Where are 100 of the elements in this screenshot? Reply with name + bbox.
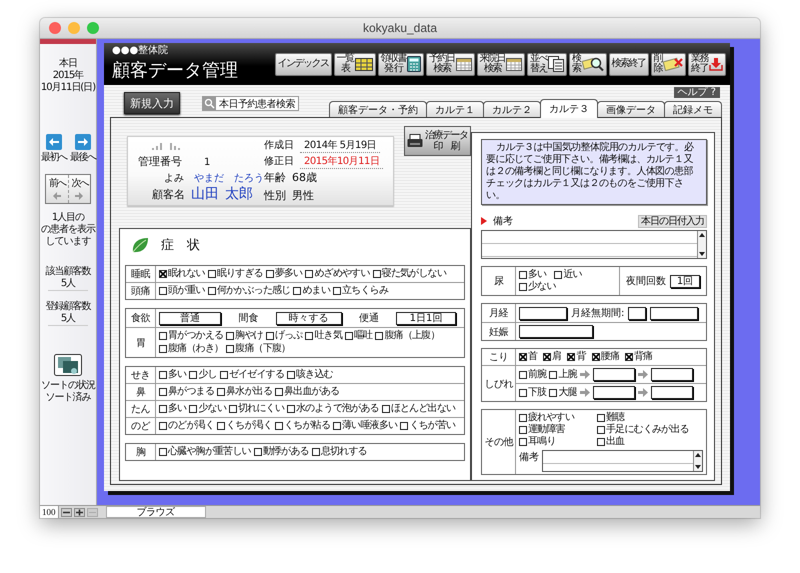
tab[interactable]: カルテ２ (483, 101, 541, 117)
checkbox-option[interactable]: 何かかぶった感じ (208, 285, 290, 297)
print-button[interactable]: 治療データ 印 刷 (404, 126, 471, 156)
checkbox-option[interactable]: げっぷ (266, 330, 302, 342)
checkbox-option[interactable]: 寝た気がしない (372, 268, 446, 280)
checkbox-option[interactable]: 咳き込む (287, 369, 333, 381)
checkbox-option[interactable]: 手足にむくみが出る (597, 424, 703, 436)
input-field[interactable] (592, 368, 635, 381)
help-button[interactable]: ヘルプ ? (674, 87, 720, 98)
checkbox-option[interactable]: めまい (293, 285, 330, 297)
value-field[interactable]: 1回 (670, 274, 700, 288)
checkbox-option[interactable]: 少ない (189, 403, 226, 415)
notice-text: カルテ３は中国気功整体院用のカルテです。必要に応じてご使用下さい。備考欄は、カルテ１又は２の備考欄と同じ欄になります。人体図の患部チェックはカルテ１又は２のものをご使用下さい。 (481, 139, 707, 205)
checkbox-option[interactable]: ほとんど出ない (382, 403, 456, 415)
checkbox-option[interactable]: 近い (554, 269, 582, 281)
checkbox-option[interactable]: 立ちくらみ (333, 285, 388, 297)
remarks-field[interactable] (542, 450, 703, 472)
checkbox-option[interactable]: 背 (567, 351, 586, 363)
next-button[interactable]: 次へ (68, 175, 90, 203)
checkbox-option[interactable]: 肩 (543, 351, 562, 363)
toolbar-button[interactable]: 予約日 検索 (426, 52, 474, 76)
toolbar-button[interactable]: インデックス (274, 52, 332, 76)
checkbox-option[interactable]: 多い (519, 269, 546, 281)
plus-icon[interactable] (74, 508, 84, 516)
checkbox-option[interactable]: 疲れやすい (519, 412, 595, 424)
checkbox-option[interactable]: 鼻がつまる (159, 386, 214, 398)
scrollbar[interactable] (693, 451, 702, 471)
toolbar-button[interactable]: 検索終了 (608, 52, 648, 76)
input-field[interactable] (519, 325, 593, 338)
checkbox-option[interactable]: 眠れない (159, 268, 205, 280)
checkbox-option[interactable]: 鼻出血がある (275, 386, 340, 398)
value-field[interactable]: 1日1回 (396, 312, 456, 324)
checkbox-option[interactable]: 大腿 (549, 386, 577, 398)
tab[interactable]: カルテ１ (426, 101, 484, 117)
checkbox-option[interactable]: 眠りすぎる (208, 268, 263, 280)
checkbox-option[interactable]: 耳鳴り (519, 436, 595, 448)
checkbox-option[interactable]: 腹痛（上腹） (375, 330, 440, 342)
checkbox-option[interactable]: 胸やけ (226, 330, 263, 342)
input-field[interactable] (650, 368, 693, 381)
checkbox-option[interactable]: くちが苦い (400, 420, 456, 432)
previous-button[interactable]: 前へ (46, 175, 68, 203)
checkbox-option[interactable]: 切れにくい (229, 403, 284, 415)
checkbox-option[interactable]: 水のようで泡がある (287, 403, 379, 415)
input-field[interactable] (519, 306, 567, 320)
value-field[interactable]: 時々する (276, 312, 342, 324)
input-field[interactable] (592, 386, 635, 399)
checkbox-option[interactable]: 息切れする (312, 446, 367, 458)
checkbox-option[interactable]: 下肢 (519, 386, 546, 398)
checkbox-option[interactable]: 多い (159, 403, 186, 415)
toolbar-button[interactable]: 来院日 検索 (476, 52, 525, 76)
checkbox-option[interactable]: 難聴 (597, 412, 703, 424)
first-record-button[interactable]: 最初へ (40, 134, 67, 164)
checkbox-option[interactable]: 頭が重い (159, 285, 205, 297)
checkbox-option[interactable]: 出血 (597, 436, 703, 448)
checkbox-option[interactable]: 運動障害 (519, 424, 595, 436)
value-field[interactable]: 普通 (159, 312, 221, 324)
minus-icon[interactable] (60, 508, 72, 516)
toolbar-button[interactable]: 領収書 発 行 (378, 52, 424, 76)
toolbar-button[interactable]: 検 索 (569, 52, 606, 76)
checkbox-option[interactable]: 腰痛 (592, 351, 620, 363)
tab[interactable]: 画像データ (597, 101, 665, 117)
tab[interactable]: カルテ３ (540, 99, 598, 118)
checkbox-option[interactable]: 胃がつかえる (159, 330, 224, 342)
checkbox-option[interactable]: 薄い唾液多い (333, 420, 398, 432)
tab[interactable]: 顧客データ・予約 (329, 101, 427, 117)
checkbox-option[interactable]: 多い (159, 369, 186, 381)
new-entry-button[interactable]: 新規入力 (124, 92, 180, 114)
last-record-button[interactable]: 最後へ (69, 134, 96, 164)
input-field[interactable] (650, 386, 693, 399)
toolbar-button[interactable]: 削 除 (650, 52, 686, 76)
checkbox-option[interactable]: 背痛 (625, 351, 652, 363)
checkbox-option[interactable]: 首 (519, 351, 538, 363)
checkbox-option[interactable]: 夢多い (266, 268, 302, 280)
input-field[interactable] (650, 306, 698, 320)
checkbox-option[interactable]: 嘔吐 (345, 330, 372, 342)
checkbox-option[interactable]: 腹痛（下腹） (226, 343, 290, 355)
checkbox-option[interactable]: 少し (189, 369, 217, 381)
checkbox-option[interactable]: くちが粘る (275, 420, 330, 432)
search-button[interactable]: 本日予約患者検索 (202, 96, 299, 111)
sort-button[interactable] (54, 354, 82, 376)
tab[interactable]: 記録メモ (664, 101, 722, 117)
checkbox-option[interactable]: 腹痛（わき） (159, 343, 224, 355)
checkbox-option[interactable]: 吐き気 (305, 330, 342, 342)
checkbox-option[interactable]: 上腕 (549, 368, 577, 380)
scrollbar[interactable] (697, 231, 706, 258)
checkbox-option[interactable]: 心臓や胸が重苦しい (159, 446, 251, 458)
input-field[interactable] (628, 306, 646, 320)
toolbar-button[interactable]: 並べ 替え (527, 52, 567, 76)
remarks-field[interactable] (481, 230, 707, 259)
checkbox-option[interactable]: めざめやすい (305, 268, 370, 280)
checkbox-option[interactable]: 前腕 (519, 368, 546, 380)
date-entry-button[interactable]: 本日の日付入力 (638, 214, 707, 228)
checkbox-option[interactable]: 少ない (519, 281, 556, 293)
checkbox-option[interactable]: 鼻水が出る (217, 386, 272, 398)
checkbox-option[interactable]: ゼイゼイする (220, 369, 284, 381)
checkbox-option[interactable]: のどが渇く (159, 420, 214, 432)
toolbar-button[interactable]: 業務 終了 (688, 52, 726, 76)
toolbar-button[interactable]: 一覧 表 (334, 52, 376, 76)
checkbox-option[interactable]: くちが渇く (217, 420, 272, 432)
checkbox-option[interactable]: 動悸がある (254, 446, 309, 458)
